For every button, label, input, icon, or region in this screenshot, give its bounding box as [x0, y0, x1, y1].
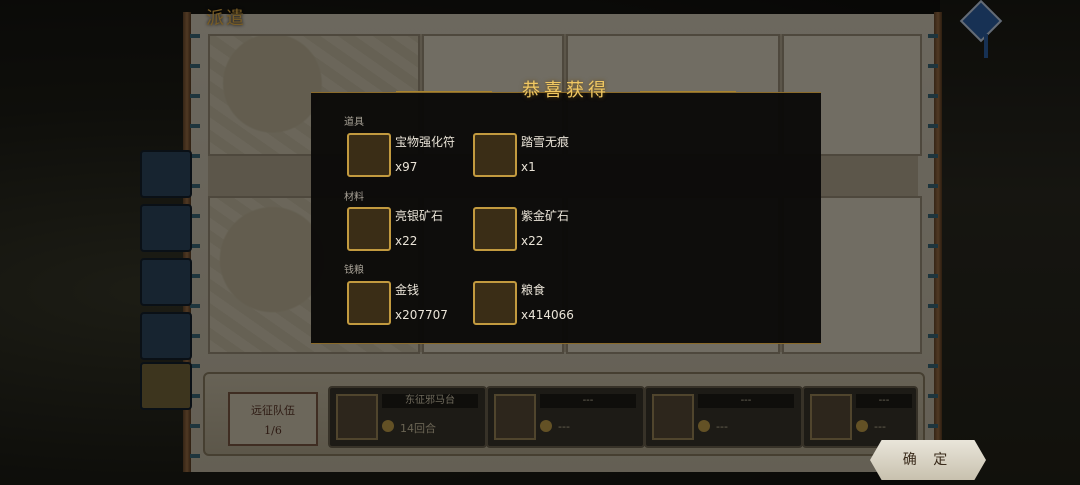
- talisman-icon: [347, 133, 391, 177]
- item-quantity: x1: [521, 160, 536, 174]
- grain-icon: [473, 281, 517, 325]
- item-quantity: x97: [395, 160, 418, 174]
- reward-item[interactable]: 亮银矿石 x22: [347, 207, 467, 253]
- item-name: 宝物强化符: [395, 135, 456, 149]
- confirm-button[interactable]: 确 定: [870, 440, 986, 480]
- silver-ore-icon: [347, 207, 391, 251]
- reward-item[interactable]: 紫金矿石 x22: [473, 207, 593, 253]
- reward-item[interactable]: 宝物强化符 x97: [347, 133, 467, 179]
- section-label-items: 道具: [344, 117, 364, 128]
- item-name: 亮银矿石: [395, 209, 444, 223]
- reward-popup: 道具 宝物强化符 x97 踏雪无痕 x1 材料 亮银矿石 x22 紫金矿石 x2…: [311, 92, 821, 344]
- white-horse-icon: [473, 133, 517, 177]
- item-name: 粮食: [521, 283, 546, 297]
- item-quantity: x207707: [395, 308, 448, 322]
- item-quantity: x22: [521, 234, 544, 248]
- reward-item[interactable]: 踏雪无痕 x1: [473, 133, 593, 179]
- item-name: 踏雪无痕: [521, 135, 570, 149]
- item-quantity: x22: [395, 234, 418, 248]
- item-name: 金钱: [395, 283, 420, 297]
- reward-item[interactable]: 金钱 x207707: [347, 281, 467, 327]
- purple-gold-ore-icon: [473, 207, 517, 251]
- section-label-materials: 材料: [344, 192, 364, 203]
- section-label-money-grain: 钱粮: [344, 265, 364, 276]
- gold-coin-icon: [347, 281, 391, 325]
- reward-item[interactable]: 粮食 x414066: [473, 281, 593, 327]
- reward-popup-title: 恭喜获得: [396, 76, 736, 106]
- item-name: 紫金矿石: [521, 209, 570, 223]
- item-quantity: x414066: [521, 308, 574, 322]
